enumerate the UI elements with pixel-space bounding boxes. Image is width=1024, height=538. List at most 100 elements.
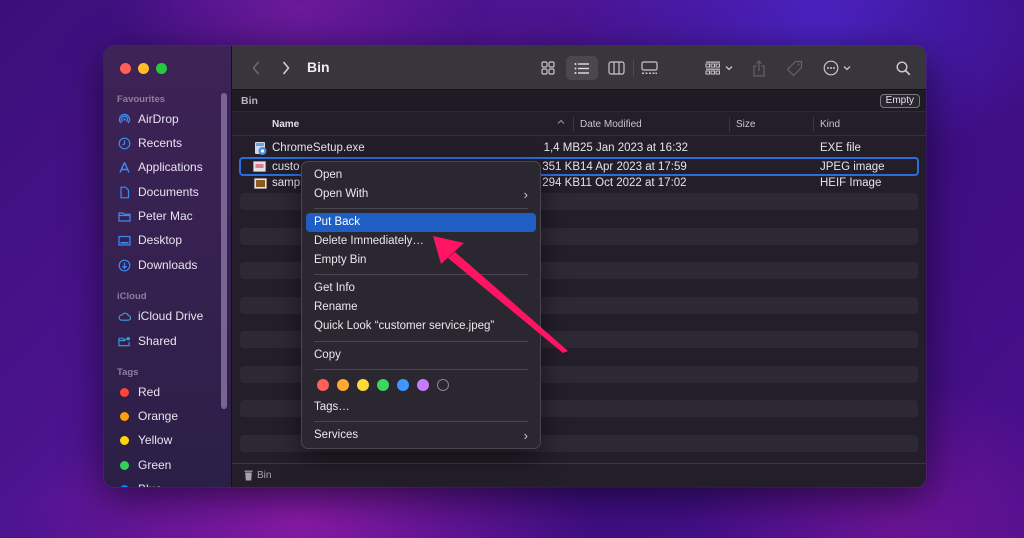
tag-red-dot[interactable] xyxy=(317,379,329,391)
file-name: samp xyxy=(272,177,301,189)
airdrop-icon xyxy=(118,113,131,126)
blue-tag-dot-icon xyxy=(120,484,129,487)
file-name: custo xyxy=(272,161,300,173)
sidebar: Favourites AirDrop Recents Applications … xyxy=(104,46,232,487)
sidebar-tag-blue[interactable]: Blue xyxy=(118,479,162,487)
path-bar: Bin Empty xyxy=(232,91,926,112)
file-date: 11 Oct 2022 at 17:02 xyxy=(580,177,687,189)
sidebar-item-airdrop[interactable]: AirDrop xyxy=(118,109,179,129)
chevron-down-icon xyxy=(843,66,851,71)
group-icon xyxy=(705,61,720,74)
menu-item-rename[interactable]: Rename xyxy=(306,298,536,317)
menu-item-delete-immediately[interactable]: Delete Immediately… xyxy=(306,232,536,251)
close-button[interactable] xyxy=(120,63,131,74)
share-icon xyxy=(753,59,765,77)
file-kind: HEIF Image xyxy=(820,177,882,189)
sidebar-item-downloads[interactable]: Downloads xyxy=(118,255,197,275)
zoom-button[interactable] xyxy=(156,63,167,74)
orange-tag-dot-icon xyxy=(120,411,129,421)
cloud-icon xyxy=(118,310,131,323)
tag-blue-dot[interactable] xyxy=(397,379,409,391)
column-separator[interactable] xyxy=(729,117,730,132)
download-icon xyxy=(118,259,131,272)
icon-view-button[interactable] xyxy=(536,56,560,80)
file-size: 351 KB xyxy=(542,161,580,173)
sidebar-tag-yellow[interactable]: Yellow xyxy=(118,430,172,450)
menu-item-get-info[interactable]: Get Info xyxy=(306,279,536,298)
menu-item-copy[interactable]: Copy xyxy=(306,346,536,365)
menu-separator xyxy=(314,208,528,209)
tag-purple-dot[interactable] xyxy=(417,379,429,391)
gallery-view-button[interactable] xyxy=(637,56,661,80)
empty-bin-button[interactable]: Empty xyxy=(879,94,920,108)
sidebar-item-shared[interactable]: Shared xyxy=(118,331,177,351)
back-button[interactable] xyxy=(246,56,266,80)
menu-item-put-back[interactable]: Put Back xyxy=(306,213,536,232)
share-button[interactable] xyxy=(750,56,768,80)
chevron-down-icon xyxy=(725,66,733,71)
sort-ascending-icon[interactable] xyxy=(557,117,565,128)
trash-icon xyxy=(244,470,253,481)
sidebar-section-tags: Tags xyxy=(117,367,139,378)
sidebar-tag-orange[interactable]: Orange xyxy=(118,406,178,426)
tag-button[interactable] xyxy=(784,56,804,80)
sidebar-item-label: Downloads xyxy=(138,258,198,272)
more-icon xyxy=(823,60,839,76)
file-kind: EXE file xyxy=(820,142,861,154)
tag-none-dot[interactable] xyxy=(437,379,449,391)
search-icon xyxy=(895,60,910,75)
heif-file-icon xyxy=(254,178,267,189)
sidebar-item-recents[interactable]: Recents xyxy=(118,133,182,153)
sidebar-scrollbar[interactable] xyxy=(221,93,227,409)
sidebar-section-favourites: Favourites xyxy=(117,94,166,105)
menu-item-open[interactable]: Open xyxy=(306,166,536,185)
sidebar-tag-red[interactable]: Red xyxy=(118,382,160,402)
context-menu: Open Open With › Put Back Delete Immedia… xyxy=(301,161,541,449)
sidebar-item-desktop[interactable]: Desktop xyxy=(118,230,182,250)
tag-green-dot[interactable] xyxy=(377,379,389,391)
search-button[interactable] xyxy=(892,56,914,80)
list-view-button[interactable] xyxy=(566,56,598,80)
group-by-button[interactable] xyxy=(702,56,736,80)
file-row[interactable]: ChromeSetup.exe 25 Jan 2023 at 16:32 1,4… xyxy=(240,140,918,157)
chevron-left-icon xyxy=(252,61,260,75)
gallery-icon xyxy=(640,61,658,74)
menu-separator xyxy=(314,369,528,370)
column-date-modified[interactable]: Date Modified xyxy=(580,119,642,130)
file-kind: JPEG image xyxy=(820,161,885,173)
column-separator[interactable] xyxy=(573,117,574,132)
file-size: 1,4 MB xyxy=(543,142,580,154)
column-size[interactable]: Size xyxy=(736,119,755,130)
column-header: Name Date Modified Size Kind xyxy=(232,113,926,136)
tag-yellow-dot[interactable] xyxy=(357,379,369,391)
column-view-button[interactable] xyxy=(604,56,628,80)
menu-item-label: Open With xyxy=(314,188,369,200)
sidebar-item-label: Recents xyxy=(138,136,183,150)
path-bar-label: Bin xyxy=(241,95,258,107)
action-menu-button[interactable] xyxy=(821,56,853,80)
column-kind[interactable]: Kind xyxy=(820,119,840,130)
sidebar-item-icloud-drive[interactable]: iCloud Drive xyxy=(118,306,203,326)
column-separator[interactable] xyxy=(813,117,814,132)
sidebar-item-label: Desktop xyxy=(138,233,183,247)
menu-item-open-with[interactable]: Open With › xyxy=(306,185,536,204)
forward-button[interactable] xyxy=(276,56,296,80)
jpeg-file-icon xyxy=(253,161,266,172)
clock-icon xyxy=(118,137,131,150)
menu-item-empty-bin[interactable]: Empty Bin xyxy=(306,251,536,270)
sidebar-item-applications[interactable]: Applications xyxy=(118,157,203,177)
file-size: 294 KB xyxy=(542,177,580,189)
yellow-tag-dot-icon xyxy=(120,435,129,445)
menu-item-tags[interactable]: Tags… xyxy=(306,398,536,417)
sidebar-tag-green[interactable]: Green xyxy=(118,455,171,475)
sidebar-item-documents[interactable]: Documents xyxy=(118,182,199,202)
tag-orange-dot[interactable] xyxy=(337,379,349,391)
menu-item-quick-look[interactable]: Quick Look “customer service.jpeg” xyxy=(306,317,536,336)
sidebar-item-peter-mac[interactable]: Peter Mac xyxy=(118,206,193,226)
menu-item-services[interactable]: Services › xyxy=(306,426,536,445)
chevron-right-icon: › xyxy=(523,428,528,443)
sidebar-item-label: Applications xyxy=(138,160,203,174)
column-name[interactable]: Name xyxy=(272,119,299,130)
minimize-button[interactable] xyxy=(138,63,149,74)
list-icon xyxy=(574,62,589,74)
